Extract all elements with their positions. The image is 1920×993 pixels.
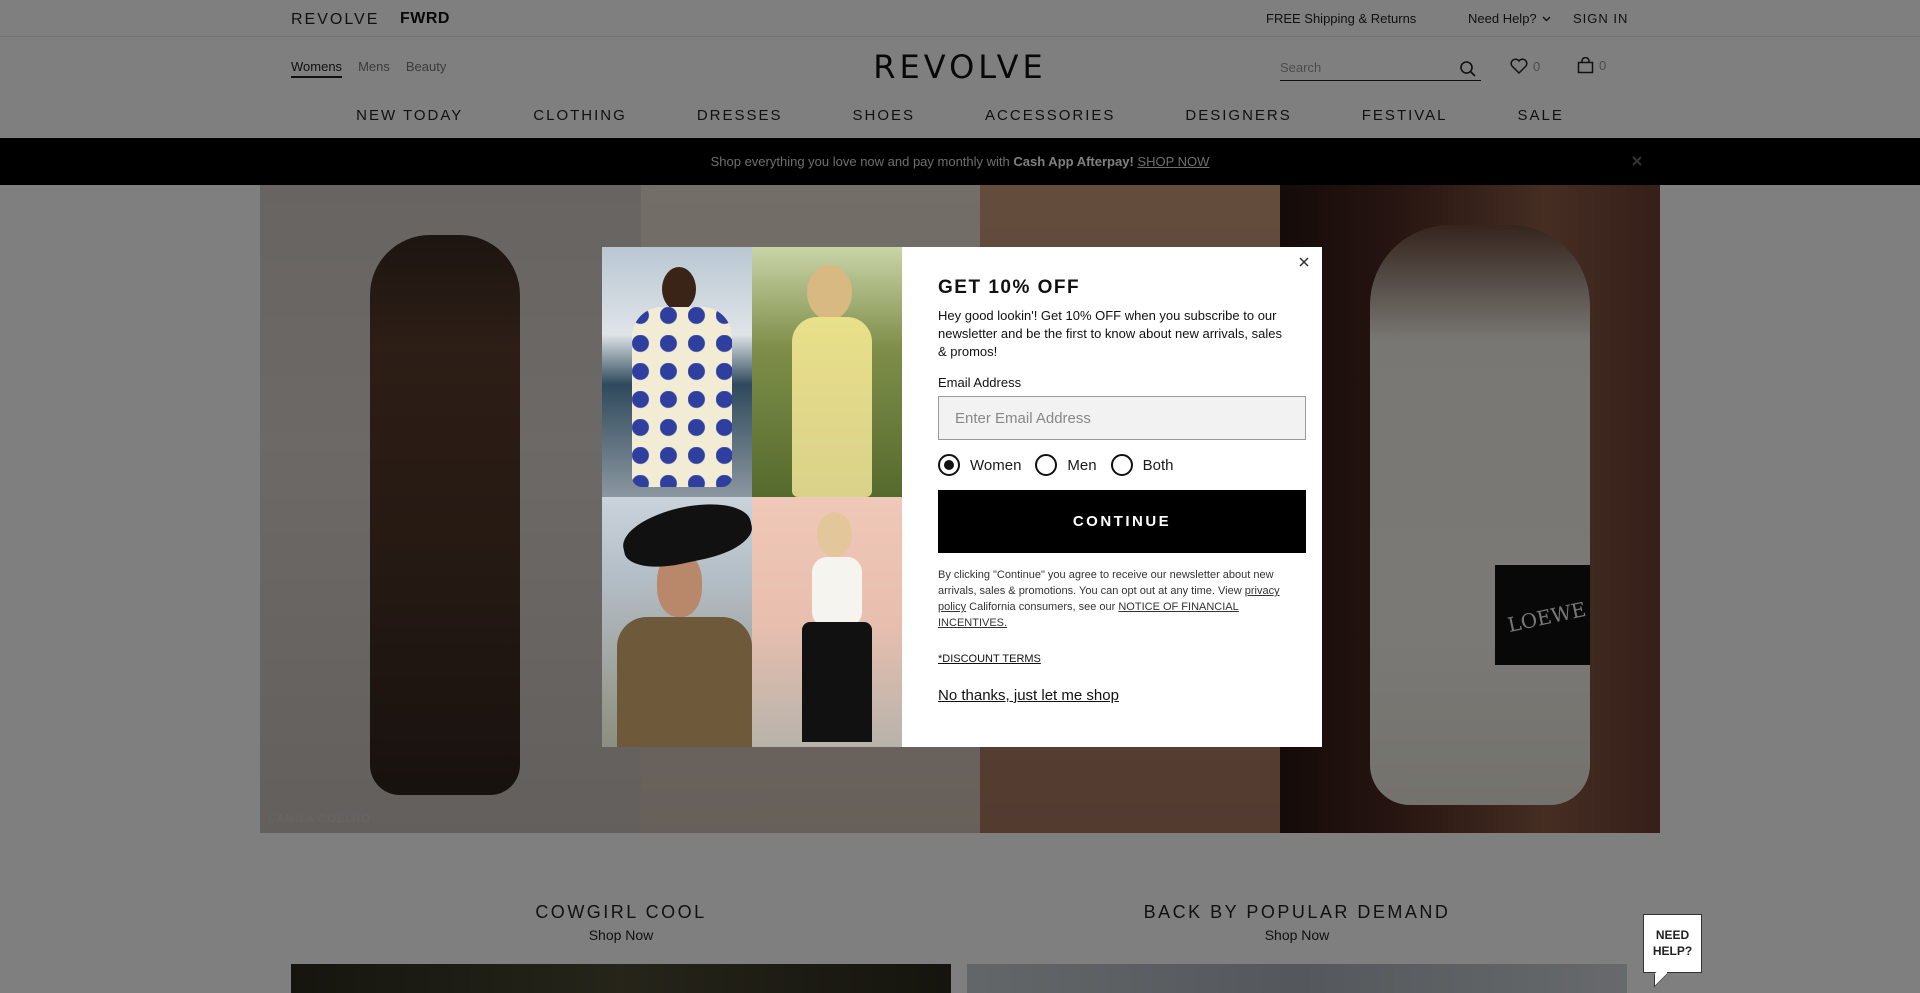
- modal-description: Hey good lookin'! Get 10% OFF when you s…: [938, 308, 1282, 359]
- need-help-line-2: HELP?: [1652, 944, 1693, 958]
- need-help-line-1: NEED: [1655, 928, 1690, 942]
- legal-text-1: By clicking "Continue" you agree to rece…: [938, 569, 1274, 597]
- legal-text: By clicking "Continue" you agree to rece…: [938, 567, 1286, 631]
- white-top: [812, 557, 862, 627]
- modal-image-grid: [602, 247, 902, 747]
- modal-title: GET 10% OFF: [938, 277, 1081, 298]
- radio-label: Women: [970, 456, 1022, 474]
- email-field[interactable]: [938, 396, 1306, 440]
- need-help-chat-button[interactable]: NEED HELP?: [1643, 914, 1702, 973]
- close-icon[interactable]: [1296, 254, 1312, 270]
- discount-terms-link[interactable]: *DISCOUNT TERMS: [938, 653, 1041, 665]
- modal-image-1: [602, 247, 752, 497]
- floral-dress: [632, 307, 732, 487]
- legal-text-2: California consumers, see our: [966, 601, 1119, 613]
- radio-label: Both: [1142, 456, 1174, 474]
- yellow-outfit: [792, 317, 872, 497]
- radio-button-checked[interactable]: [938, 454, 960, 476]
- email-label: Email Address: [938, 375, 1022, 390]
- newsletter-modal: GET 10% OFF Hey good lookin'! Get 10% OF…: [602, 247, 1322, 747]
- modal-image-3: [602, 497, 752, 747]
- gender-radio-group: Women Men Both: [938, 454, 1286, 476]
- model-head: [662, 267, 696, 311]
- radio-women[interactable]: Women: [938, 454, 1021, 476]
- black-pants: [802, 622, 872, 742]
- no-thanks-link[interactable]: No thanks, just let me shop: [938, 687, 1286, 704]
- modal-image-4: [752, 497, 902, 747]
- radio-label: Men: [1067, 456, 1097, 474]
- model-head: [817, 512, 852, 557]
- radio-button[interactable]: [1110, 454, 1133, 476]
- newsletter-form: GET 10% OFF Hey good lookin'! Get 10% OF…: [902, 247, 1322, 747]
- continue-button[interactable]: CONTINUE: [938, 490, 1306, 553]
- radio-men[interactable]: Men: [1035, 454, 1097, 476]
- model-head: [807, 265, 852, 320]
- modal-image-2: [752, 247, 902, 497]
- radio-button[interactable]: [1035, 454, 1058, 476]
- jacket: [617, 617, 752, 747]
- radio-both[interactable]: Both: [1110, 454, 1174, 476]
